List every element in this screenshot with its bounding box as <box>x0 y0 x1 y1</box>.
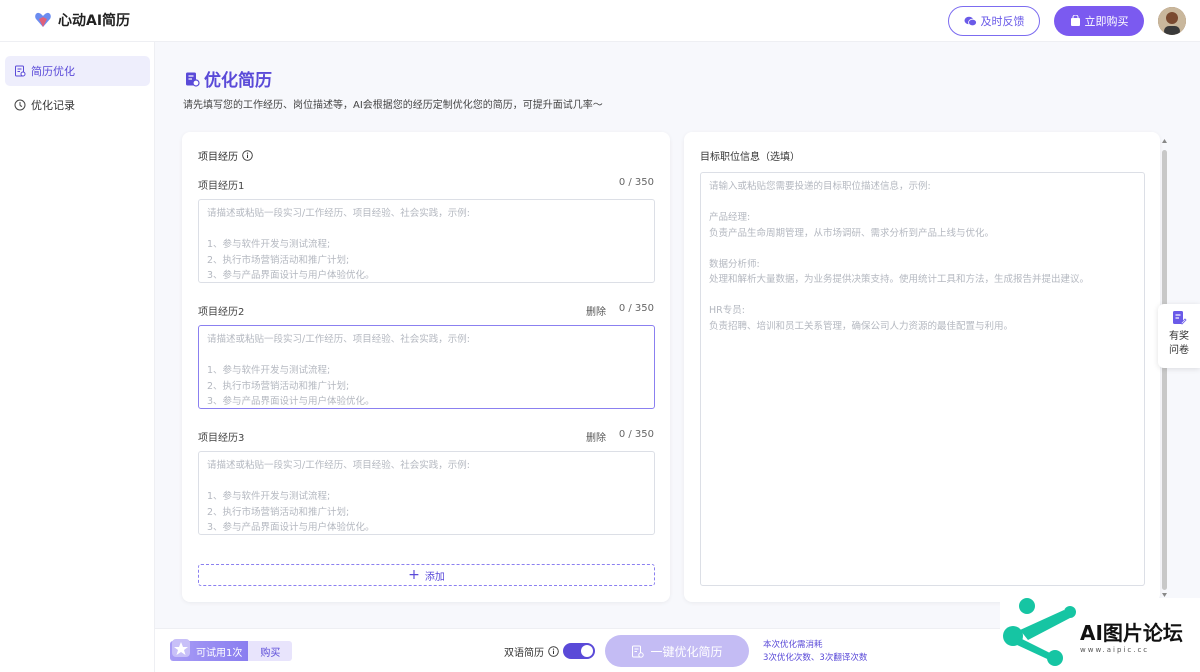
watermark-url: www.aipic.cc <box>1080 646 1150 654</box>
project-3-textarea[interactable]: 请描述或粘贴一段实习/工作经历、项目经验、社会实践，示例: 1、参与软件开发与测… <box>198 451 655 535</box>
resume-icon <box>632 645 645 658</box>
project-1-counter: 0 / 350 <box>618 177 654 188</box>
plus-icon: + <box>408 567 420 583</box>
buy-now-button[interactable]: 立即购买 <box>1054 6 1144 36</box>
trial-buy-button[interactable]: 购买 <box>248 641 293 661</box>
target-job-card: 目标职位信息（选填） 请输入或粘贴您需要投递的目标职位描述信息，示例: 产品经理… <box>684 132 1160 602</box>
app-title: 心动AI简历 <box>58 13 131 29</box>
user-avatar[interactable] <box>1158 7 1186 35</box>
survey-edit-icon <box>1173 311 1187 325</box>
optimize-label: 一键优化简历 <box>650 644 723 659</box>
trial-gift-icon <box>172 639 190 657</box>
survey-widget[interactable]: 有奖 问卷 <box>1158 304 1200 368</box>
sidebar-item-optimize[interactable]: 简历优化 <box>5 56 150 86</box>
document-icon <box>186 72 200 87</box>
watermark-logo-icon <box>1003 598 1076 666</box>
target-job-label: 目标职位信息（选填） <box>700 152 800 163</box>
app-logo[interactable]: 心动AI简历 <box>34 10 130 30</box>
project-3-delete-button[interactable]: 删除 <box>586 429 606 444</box>
watermark: AI图片论坛 www.aipic.cc <box>1000 598 1200 672</box>
cost-line-2: 3次优化次数、3次翻译次数 <box>763 653 868 663</box>
info-icon[interactable] <box>242 150 253 161</box>
project-experience-card: 项目经历 项目经历1 0 / 350 请描述或粘贴一段实习/工作经历、项目经验、… <box>182 132 670 602</box>
target-job-textarea[interactable]: 请输入或粘贴您需要投递的目标职位描述信息，示例: 产品经理: 负责产品生命周期管… <box>700 172 1145 586</box>
bag-icon <box>1070 15 1080 26</box>
bilingual-toggle[interactable] <box>563 643 595 659</box>
buy-now-label: 立即购买 <box>1084 15 1129 28</box>
survey-line-1: 有奖 <box>1169 331 1189 342</box>
heart-logo-icon <box>35 12 51 27</box>
scrollbar-thumb[interactable] <box>1162 150 1167 590</box>
sidebar: 简历优化 优化记录 <box>0 42 155 672</box>
info-icon[interactable] <box>548 645 559 657</box>
sidebar-item-history[interactable]: 优化记录 <box>5 90 150 120</box>
page-scrollbar[interactable] <box>1161 138 1168 598</box>
survey-line-2: 问卷 <box>1169 345 1189 356</box>
page-title: 优化简历 <box>184 66 272 91</box>
toggle-knob <box>581 645 593 657</box>
page-description: 请先填写您的工作经历、岗位描述等，AI会根据您的经历定制优化您的简历，可提升面试… <box>183 100 603 111</box>
bilingual-label: 双语简历 <box>504 647 544 659</box>
project-1-label: 项目经历1 <box>198 181 245 192</box>
add-project-label: 添加 <box>424 571 445 583</box>
project-3-label: 项目经历3 <box>198 433 245 444</box>
cost-info: 本次优化需消耗 3次优化次数、3次翻译次数 <box>763 639 867 665</box>
bilingual-resume-control: 双语简历 <box>504 643 595 659</box>
project-2-label: 项目经历2 <box>198 307 245 318</box>
project-section-header: 项目经历 <box>198 148 253 163</box>
sidebar-item-label: 优化记录 <box>31 99 75 112</box>
project-1-textarea[interactable]: 请描述或粘贴一段实习/工作经历、项目经验、社会实践，示例: 1、参与软件开发与测… <box>198 199 655 283</box>
cost-line-1: 本次优化需消耗 <box>763 640 823 650</box>
project-2-counter: 0 / 350 <box>618 303 654 314</box>
page-title-text: 优化简历 <box>204 71 272 91</box>
project-2-delete-button[interactable]: 删除 <box>586 303 606 318</box>
scroll-up-arrow-icon[interactable] <box>1161 138 1168 144</box>
sidebar-item-label: 简历优化 <box>31 65 75 78</box>
project-3-counter: 0 / 350 <box>618 429 654 440</box>
history-icon <box>14 99 26 111</box>
watermark-text: AI图片论坛 <box>1080 621 1183 645</box>
feedback-button[interactable]: 及时反馈 <box>948 6 1040 36</box>
wechat-icon <box>964 16 977 26</box>
project-2-textarea[interactable]: 请描述或粘贴一段实习/工作经历、项目经验、社会实践，示例: 1、参与软件开发与测… <box>198 325 655 409</box>
one-click-optimize-button[interactable]: 一键优化简历 <box>605 635 749 667</box>
project-section-label: 项目经历 <box>198 152 238 163</box>
trial-badge: 可试用1次 购买 <box>170 639 293 662</box>
top-header: 心动AI简历 及时反馈 立即购买 <box>0 0 1200 42</box>
feedback-label: 及时反馈 <box>980 15 1025 28</box>
resume-icon <box>15 65 26 77</box>
add-project-button[interactable]: + 添加 <box>198 564 655 586</box>
avatar-image <box>1158 7 1186 35</box>
